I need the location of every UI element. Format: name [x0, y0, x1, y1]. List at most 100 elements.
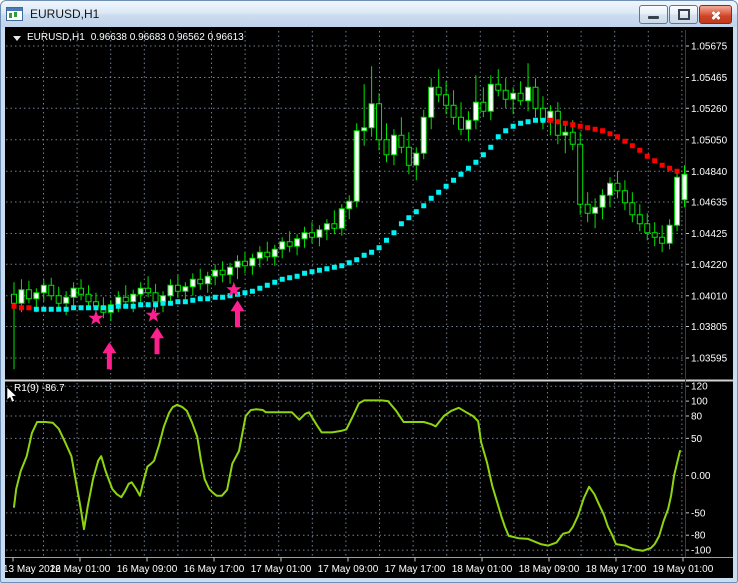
candle-body — [666, 224, 673, 244]
trend-dot — [644, 153, 650, 159]
trend-dot — [123, 303, 129, 309]
trend-dot — [629, 143, 635, 149]
candle-body — [301, 232, 308, 240]
time-axis[interactable] — [6, 558, 733, 578]
candle-body — [227, 266, 234, 276]
trend-dot — [316, 267, 322, 273]
candle-body — [420, 116, 427, 154]
trend-dot — [577, 123, 583, 129]
candle-body — [562, 131, 569, 136]
trend-dot — [361, 252, 367, 258]
restore-button[interactable] — [669, 5, 698, 24]
candle-body — [435, 86, 442, 96]
candle-body — [599, 194, 606, 208]
trend-dot — [48, 306, 54, 312]
candle-body — [279, 241, 286, 250]
candle-body — [167, 284, 174, 297]
candle-body — [55, 295, 62, 304]
title-bar[interactable]: EURUSD,H1 — [1, 1, 737, 27]
candle-body — [264, 251, 271, 258]
candle-body — [584, 203, 591, 214]
trend-dot — [160, 300, 166, 306]
candle-body — [390, 134, 397, 156]
candle-body — [502, 89, 509, 100]
candle-body — [249, 257, 256, 267]
trend-dot — [138, 302, 144, 308]
chart-icon — [6, 7, 23, 21]
chart-canvas[interactable]: 1.056751.054651.052601.050501.048401.046… — [5, 27, 733, 578]
trend-dot — [190, 297, 196, 303]
candle-body — [189, 278, 196, 288]
trend-dot — [249, 288, 255, 294]
candle-body — [674, 176, 681, 226]
trend-dot — [26, 305, 32, 311]
candle-body — [309, 232, 315, 238]
trend-dot — [205, 296, 211, 302]
trend-dot — [100, 305, 106, 311]
trend-dot — [93, 305, 99, 311]
candle-body — [331, 223, 338, 229]
trend-dot — [592, 126, 598, 132]
trend-dot — [71, 305, 77, 311]
chart-client-area: 1.056751.054651.052601.050501.048401.046… — [5, 27, 733, 578]
trend-dot — [33, 306, 39, 312]
candle-body — [413, 152, 420, 166]
trend-dot — [413, 209, 419, 215]
symbol-label: EURUSD,H1 — [27, 32, 85, 43]
signal-up-arrow-icon — [230, 300, 245, 328]
price-axis[interactable] — [685, 30, 733, 557]
candle-body — [40, 284, 47, 294]
symbol-dropdown-icon[interactable] — [13, 35, 21, 41]
trend-dot — [272, 279, 278, 285]
trend-dot — [458, 171, 464, 177]
trend-dot — [212, 294, 218, 300]
candle-body — [85, 293, 92, 303]
candle-body — [450, 104, 457, 118]
candle-body — [398, 134, 405, 148]
trend-dot — [108, 305, 114, 311]
candle-body — [174, 284, 181, 292]
candle-body — [428, 86, 435, 118]
candle-body — [621, 190, 628, 204]
trend-dot — [197, 296, 203, 302]
candle-body — [651, 232, 658, 238]
trend-dot — [443, 183, 449, 189]
trend-dot — [11, 303, 17, 309]
candle-body — [532, 86, 539, 109]
trend-dot — [480, 152, 486, 158]
trend-dot — [56, 306, 62, 312]
indicator-label: R1(9) -86.7 — [14, 383, 65, 394]
trend-dot — [547, 117, 553, 123]
minimize-button[interactable] — [639, 5, 668, 24]
candle-body — [376, 103, 383, 141]
candle-body — [18, 289, 25, 304]
candle-body — [338, 208, 345, 229]
trend-dot — [354, 257, 360, 263]
trend-dot — [406, 215, 412, 221]
candle-body — [33, 292, 40, 300]
trend-dot — [279, 276, 285, 282]
trend-dot — [637, 147, 643, 153]
trend-dot — [488, 144, 494, 150]
trend-dot — [659, 162, 665, 168]
trend-dot — [473, 159, 479, 165]
trend-dot — [622, 138, 628, 144]
candle-body — [629, 202, 636, 216]
trend-dot — [600, 128, 606, 134]
symbol-ohlc-label: EURUSD,H1 0.96638 0.96683 0.96562 0.96613 — [13, 32, 244, 44]
candle-body — [63, 296, 70, 304]
trend-dot — [331, 264, 337, 270]
candle-body — [182, 286, 189, 292]
trend-dot — [182, 299, 188, 305]
candle-body — [659, 236, 666, 244]
candle-body — [525, 86, 532, 102]
candle-body — [569, 131, 576, 145]
trend-dot — [391, 230, 397, 236]
trend-dot — [41, 306, 47, 312]
candle-body — [361, 127, 368, 132]
candle-body — [316, 229, 323, 238]
candle-body — [510, 92, 517, 100]
close-button[interactable] — [699, 5, 732, 24]
trend-dot — [376, 245, 382, 251]
trend-dot — [175, 299, 181, 305]
